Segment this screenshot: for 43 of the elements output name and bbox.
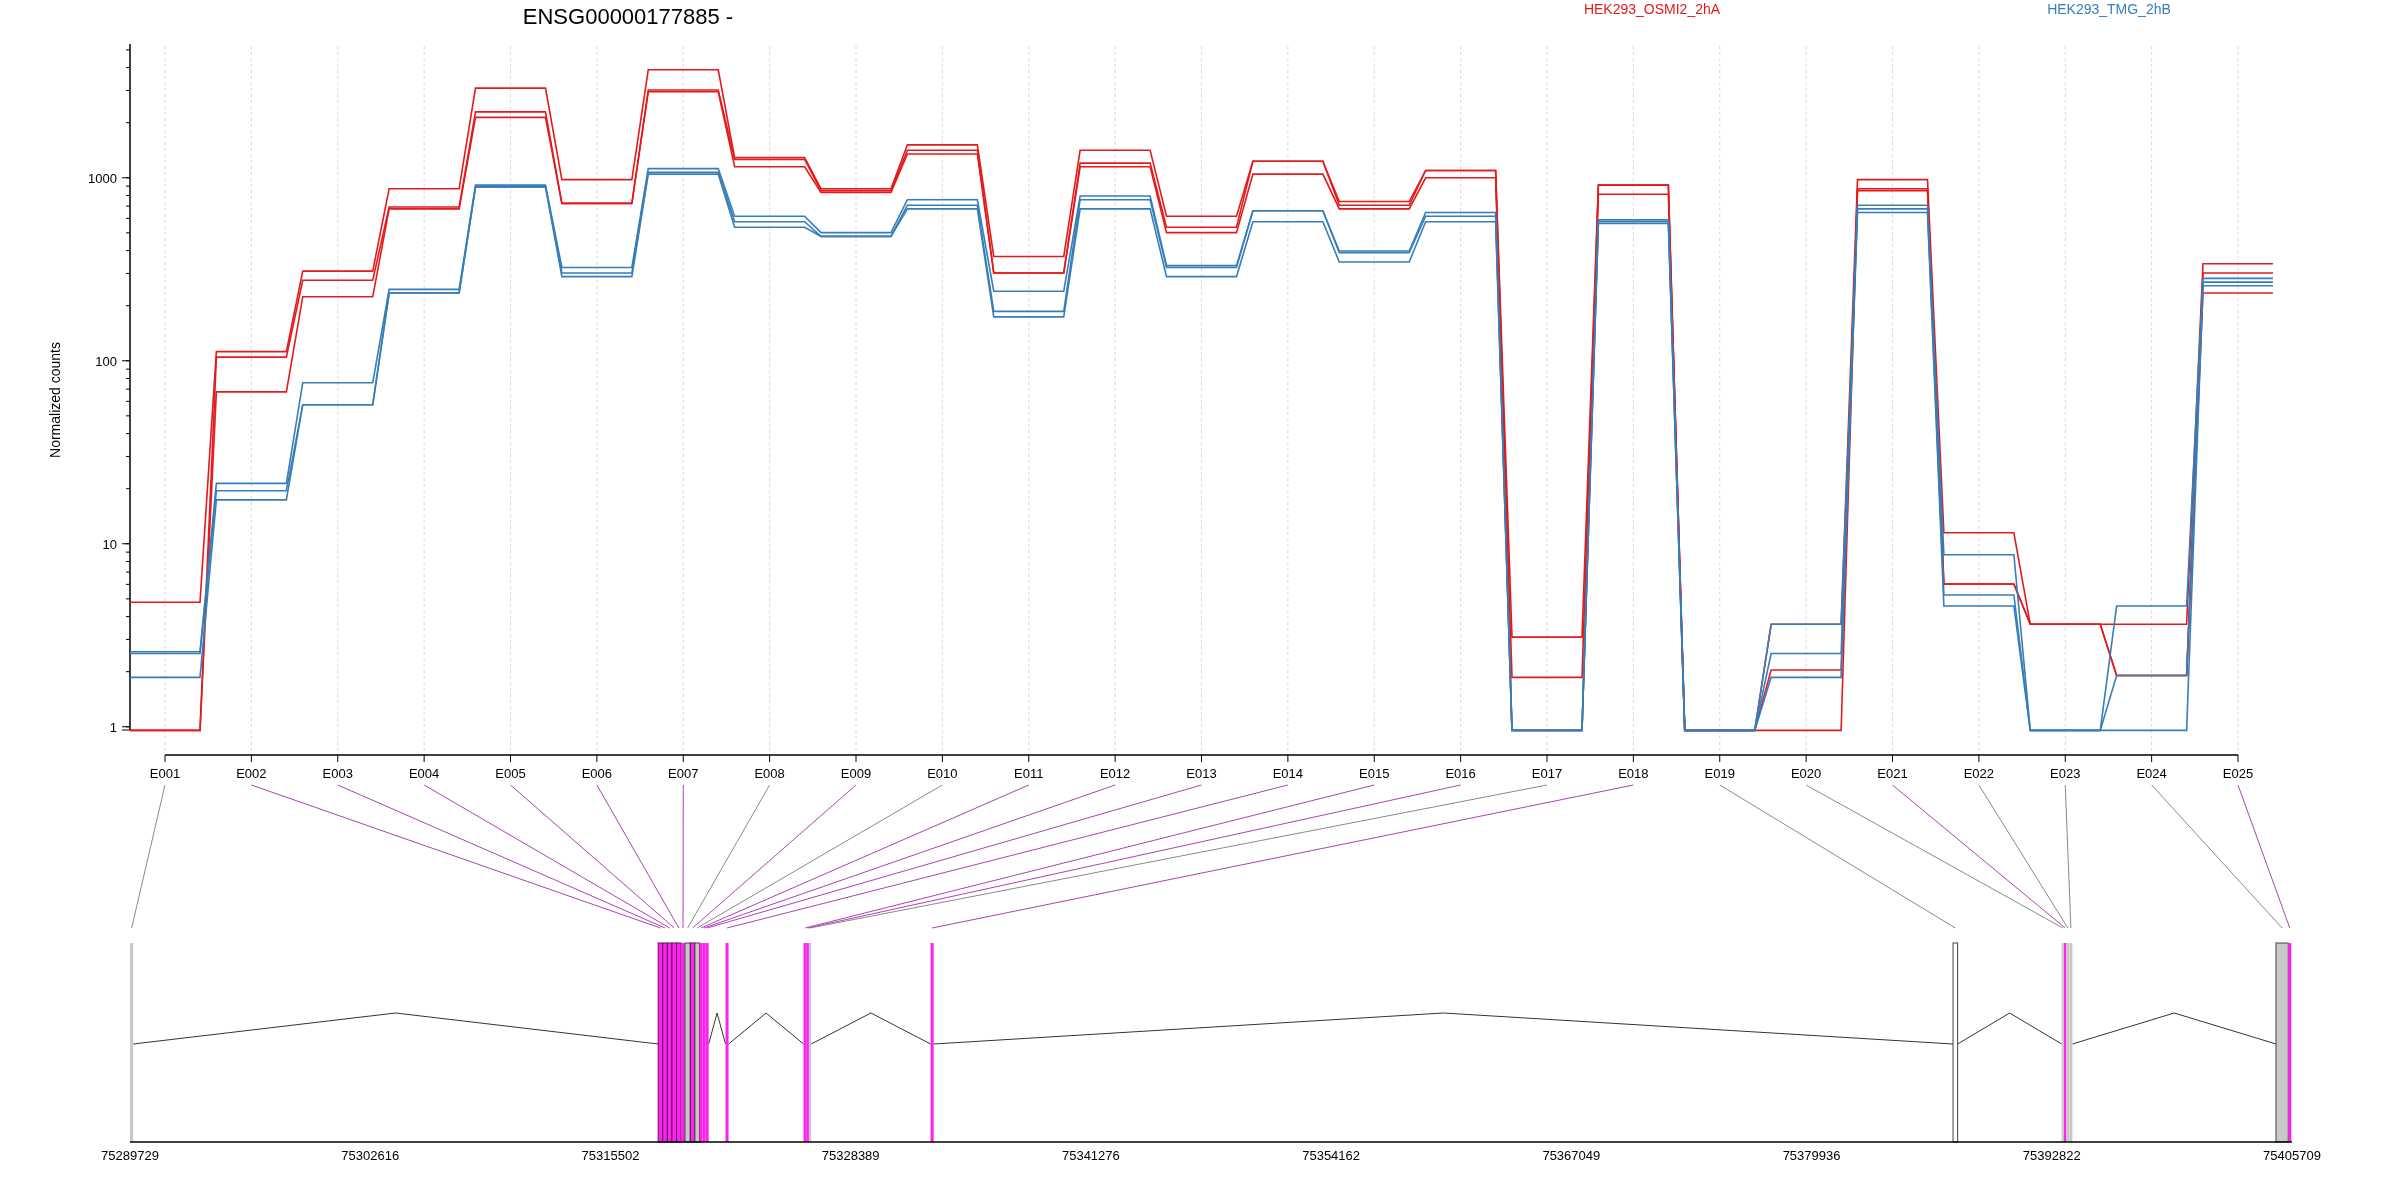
tick-label: E009 xyxy=(840,766,872,781)
tick-label: E002 xyxy=(236,766,267,781)
tick-label: E014 xyxy=(1272,766,1304,781)
tick-label: E005 xyxy=(495,766,526,781)
tick-label: E001 xyxy=(149,766,181,781)
tick-label: E025 xyxy=(2222,766,2254,781)
coordinate-label: 75392822 xyxy=(2022,1148,2081,1163)
tick-label: 100 xyxy=(95,353,117,369)
coordinate-label: 75354162 xyxy=(1302,1148,1361,1163)
tick-label: E021 xyxy=(1877,766,1908,781)
legend-label: HEK293_TMG_2hB xyxy=(2047,1,2171,17)
coordinate-label: 75341276 xyxy=(1061,1148,1120,1163)
tick-label: E011 xyxy=(1014,766,1044,781)
coordinate-label: 75315502 xyxy=(581,1148,640,1163)
coordinate-label: 75302616 xyxy=(341,1148,400,1163)
tick-label: E007 xyxy=(668,766,699,781)
legend-label: HEK293_OSMI2_2hA xyxy=(1583,1,1721,17)
tick-label: E015 xyxy=(1359,766,1390,781)
coordinate-label: 75379936 xyxy=(1782,1148,1841,1163)
tick-label: E022 xyxy=(1963,766,1995,781)
tick-label: E010 xyxy=(927,766,958,781)
tick-label: E004 xyxy=(408,766,440,781)
tick-label: E017 xyxy=(1531,766,1563,781)
tick-label: E013 xyxy=(1186,766,1217,781)
coordinate-label: 75405709 xyxy=(2263,1148,2321,1163)
coordinate-label: 75328389 xyxy=(821,1148,880,1163)
tick-label: E018 xyxy=(1618,766,1649,781)
tick-label: E006 xyxy=(581,766,613,781)
chart-title: ENSG00000177885 - xyxy=(522,4,734,29)
tick-label: 10 xyxy=(102,536,117,552)
tick-label: E016 xyxy=(1445,766,1476,781)
coordinate-label: 75367049 xyxy=(1542,1148,1601,1163)
axis-label: Normalized counts xyxy=(47,342,63,458)
coordinate-label: 75289729 xyxy=(101,1148,159,1163)
tick-label: 1 xyxy=(109,719,117,735)
tick-label: E012 xyxy=(1099,766,1131,781)
tick-label: E008 xyxy=(754,766,785,781)
tick-label: E003 xyxy=(322,766,353,781)
tick-label: E024 xyxy=(2136,766,2167,781)
tick-label: E023 xyxy=(2050,766,2081,781)
tick-label: E019 xyxy=(1704,766,1735,781)
tick-label: E020 xyxy=(1790,766,1822,781)
tick-label: 1000 xyxy=(88,170,117,186)
